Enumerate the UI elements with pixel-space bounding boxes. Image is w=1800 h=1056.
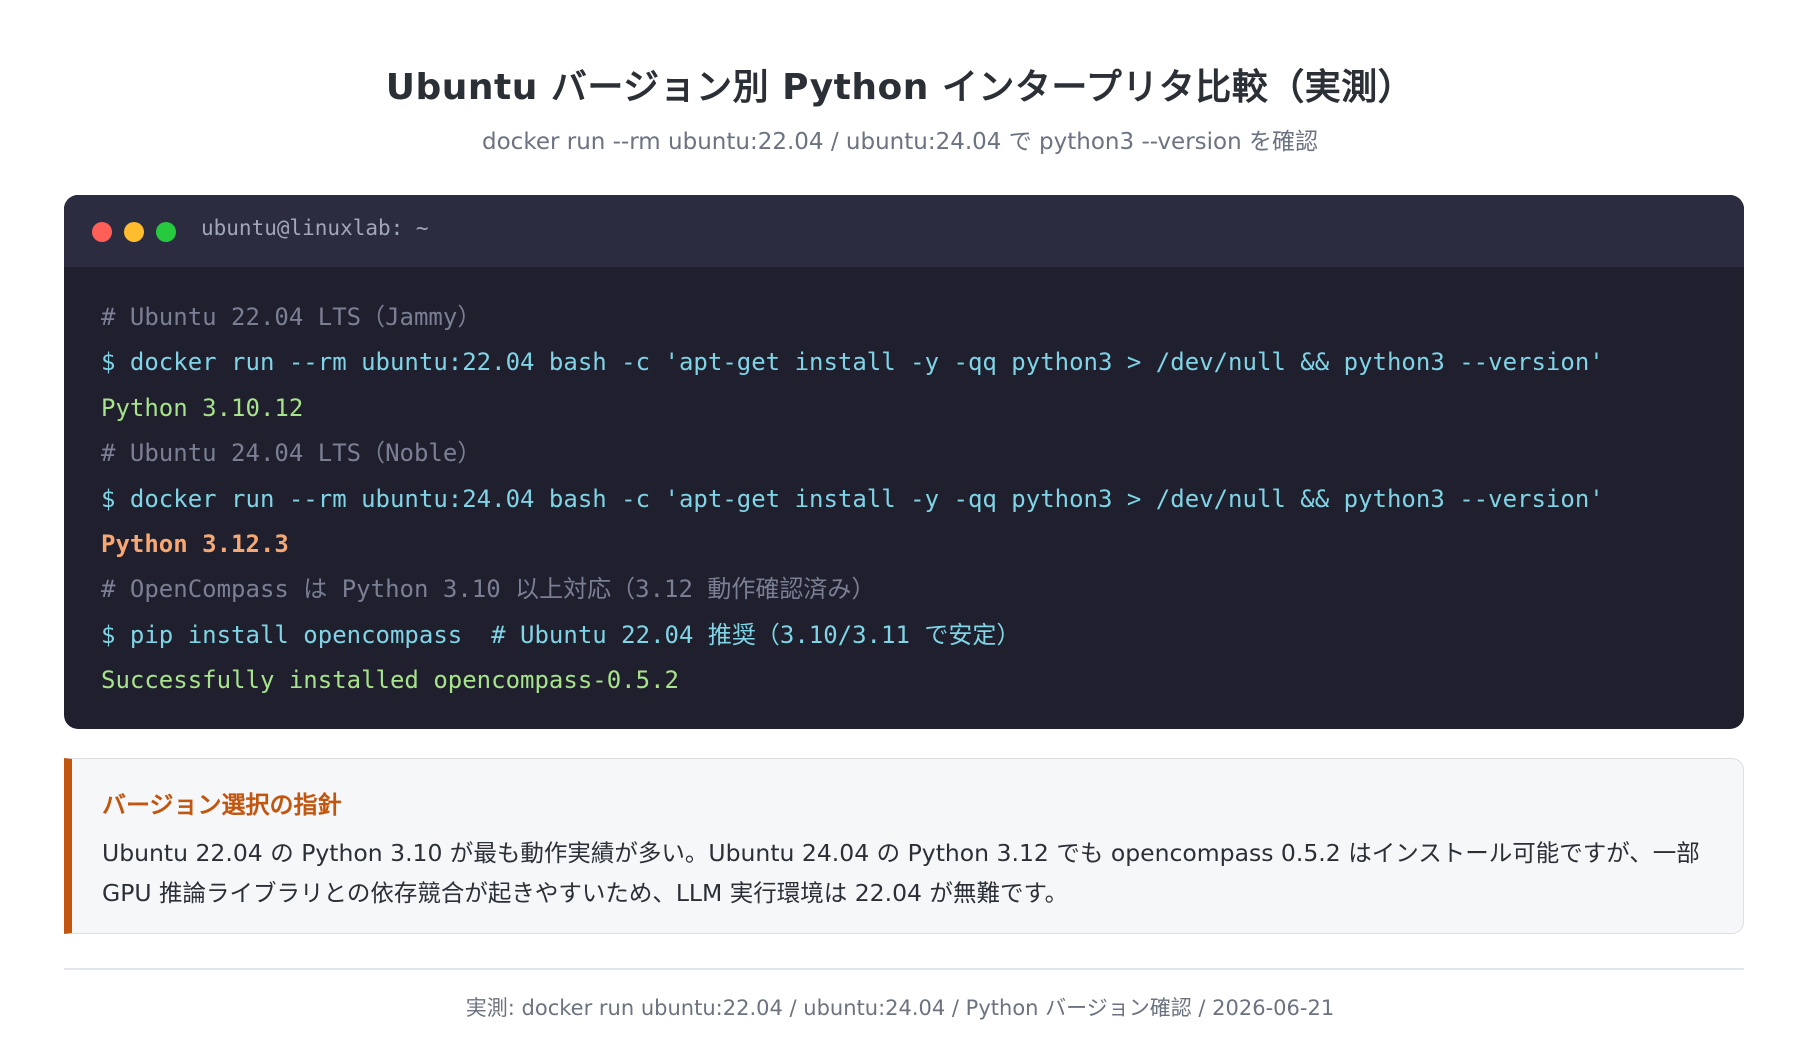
guidance-callout: バージョン選択の指針 Ubuntu 22.04 の Python 3.10 が最… <box>64 758 1744 934</box>
terminal-line: # OpenCompass は Python 3.10 以上対応（3.12 動作… <box>101 575 876 604</box>
close-window-dot-icon[interactable] <box>92 222 112 242</box>
footer-caption: 実測: docker run ubuntu:22.04 / ubuntu:24.… <box>465 996 1335 1020</box>
callout-text: Ubuntu 22.04 の Python 3.10 が最も動作実績が多い。Ub… <box>102 839 1700 907</box>
terminal-window: ubuntu@linuxlab: ~ # Ubuntu 22.04 LTS（Ja… <box>64 195 1744 729</box>
callout-title: バージョン選択の指針 <box>102 791 342 819</box>
terminal-line: $ docker run --rm ubuntu:24.04 bash -c '… <box>101 484 1604 513</box>
terminal-line: # Ubuntu 24.04 LTS（Noble） <box>101 439 482 468</box>
terminal-output[interactable]: # Ubuntu 22.04 LTS（Jammy） $ docker run -… <box>101 295 1724 704</box>
terminal-line: Python 3.10.12 <box>101 393 304 422</box>
terminal-line: $ pip install opencompass # Ubuntu 22.04… <box>101 620 1021 649</box>
page-title: Ubuntu バージョン別 Python インタープリタ比較（実測） <box>385 67 1415 108</box>
terminal-titlebar: ubuntu@linuxlab: ~ <box>64 195 1744 267</box>
terminal-line: $ docker run --rm ubuntu:22.04 bash -c '… <box>101 348 1604 377</box>
minimize-window-dot-icon[interactable] <box>124 222 144 242</box>
terminal-line: Successfully installed opencompass-0.5.2 <box>101 666 679 695</box>
page-subtitle: docker run --rm ubuntu:22.04 / ubuntu:24… <box>482 129 1318 155</box>
terminal-line: Python 3.12.3 <box>101 529 289 558</box>
terminal-line: # Ubuntu 22.04 LTS（Jammy） <box>101 303 482 331</box>
maximize-window-dot-icon[interactable] <box>156 222 176 242</box>
footer-divider <box>64 968 1744 970</box>
page: Ubuntu バージョン別 Python インタープリタ比較（実測） docke… <box>0 0 1800 1056</box>
terminal-title: ubuntu@linuxlab: ~ <box>201 216 429 240</box>
